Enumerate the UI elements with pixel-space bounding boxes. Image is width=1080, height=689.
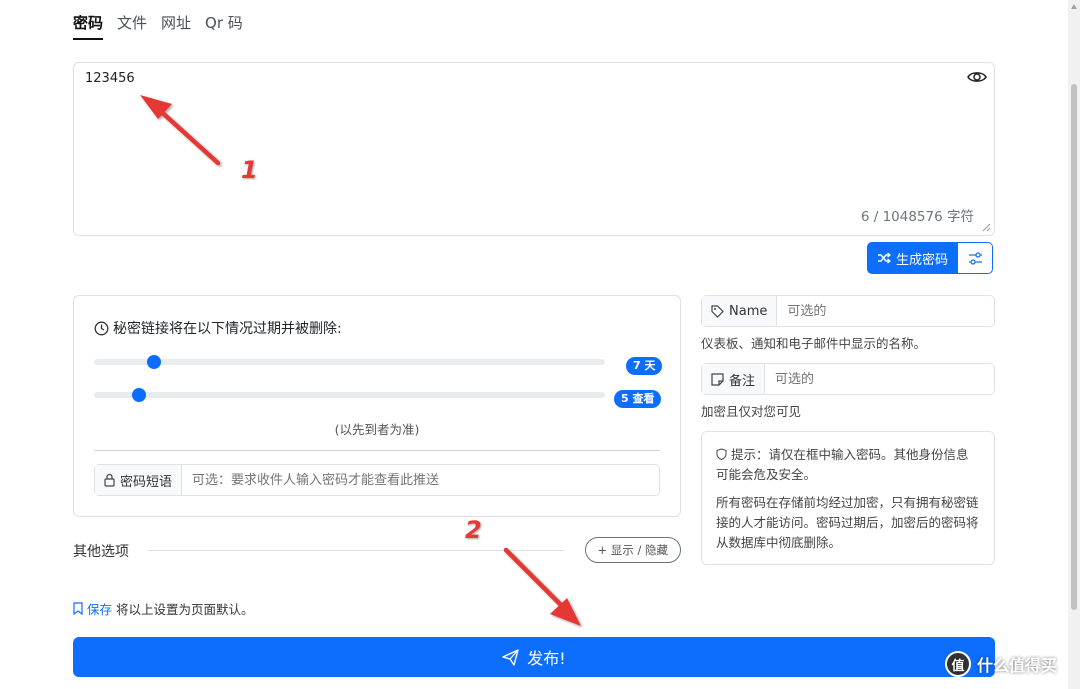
- other-options-label: 其他选项: [73, 544, 129, 560]
- generator-options-button[interactable]: [958, 242, 994, 274]
- expiration-card: 秘密链接将在以下情况过期并被删除: 7 天 5 查看 (以先到者为准) 密码短语: [73, 295, 681, 517]
- name-label-text: Name: [729, 303, 768, 319]
- save-defaults-link[interactable]: 保存: [87, 599, 112, 618]
- name-help: 仪表板、通知和电子邮件中显示的名称。: [701, 336, 927, 351]
- site-watermark: 值 什么值得买: [945, 651, 1057, 677]
- clock-icon: [94, 321, 109, 335]
- expiration-title-text: 秘密链接将在以下情况过期并被删除:: [113, 321, 342, 337]
- note-input[interactable]: [765, 364, 994, 394]
- days-slider-thumb[interactable]: [147, 355, 161, 369]
- name-label: Name: [702, 296, 778, 326]
- divider: [94, 450, 660, 451]
- note-label-text: 备注: [729, 373, 756, 389]
- note-label: 备注: [702, 364, 766, 394]
- show-hide-toggle-button[interactable]: + 显示 / 隐藏: [584, 537, 681, 563]
- name-input[interactable]: [777, 296, 994, 326]
- note-field-group: 备注: [701, 363, 995, 395]
- generate-password-group: 生成密码: [867, 242, 994, 274]
- tab-file[interactable]: 文件: [117, 10, 147, 42]
- shuffle-icon: [878, 252, 891, 264]
- generate-password-button[interactable]: 生成密码: [867, 242, 959, 274]
- tab-bar: 密码 文件 网址 Qr 码: [73, 10, 257, 42]
- tip-text-1: 提示：请仅在框中输入密码。其他身份信息可能会危及安全。: [716, 447, 969, 482]
- sliders-icon: [968, 251, 982, 265]
- secret-value: 123456: [85, 71, 135, 86]
- note-help: 加密且仅对您可见: [701, 404, 802, 419]
- scroll-up-arrow-icon[interactable]: [1071, 4, 1077, 9]
- days-badge: 7 天: [626, 357, 663, 375]
- views-slider-thumb[interactable]: [132, 388, 146, 402]
- days-slider[interactable]: [94, 355, 605, 369]
- bookmark-icon: [73, 602, 83, 615]
- name-field-group: Name: [701, 295, 995, 327]
- other-options-row: 其他选项 + 显示 / 隐藏: [73, 536, 681, 564]
- eye-icon[interactable]: [967, 69, 987, 85]
- sticky-note-icon: [711, 372, 724, 386]
- annotation-label-2: 2: [465, 516, 482, 544]
- scrollbar[interactable]: [1068, 0, 1080, 689]
- passphrase-input[interactable]: [182, 465, 659, 495]
- secret-textarea[interactable]: 123456 6 / 1048576 字符: [73, 62, 995, 236]
- passphrase-group: 密码短语: [94, 464, 660, 496]
- tab-password[interactable]: 密码: [73, 10, 104, 42]
- annotation-label-1: 1: [241, 156, 258, 184]
- resize-grip-icon[interactable]: [982, 223, 991, 232]
- whichever-first-note: (以先到者为准): [334, 422, 420, 437]
- save-defaults-text: 将以上设置为页面默认。: [116, 602, 254, 617]
- scrollbar-thumb[interactable]: [1071, 84, 1077, 610]
- tip-text-2: 所有密码在存储前均经过加密，只有拥有秘密链接的人才能访问。密码过期后，加密后的密…: [716, 495, 979, 550]
- passphrase-label: 密码短语: [95, 465, 183, 495]
- generate-password-label: 生成密码: [896, 252, 949, 268]
- tip-paragraph-1: 提示：请仅在框中输入密码。其他身份信息可能会危及安全。: [716, 445, 980, 485]
- publish-label: 发布!: [527, 649, 566, 668]
- tab-url[interactable]: 网址: [161, 10, 191, 42]
- send-icon: [502, 648, 519, 666]
- character-count: 6 / 1048576 字符: [860, 209, 974, 225]
- other-options-divider: [147, 550, 565, 551]
- watermark-text: 什么值得买: [977, 656, 1058, 675]
- publish-button[interactable]: 发布!: [73, 637, 995, 677]
- passphrase-label-text: 密码短语: [120, 474, 173, 490]
- shield-icon: [716, 448, 727, 461]
- views-slider[interactable]: [94, 388, 605, 402]
- lock-icon: [104, 473, 115, 487]
- tag-icon: [711, 304, 724, 318]
- tab-qr[interactable]: Qr 码: [205, 10, 243, 42]
- watermark-logo: 值: [945, 651, 971, 677]
- expiration-title: 秘密链接将在以下情况过期并被删除:: [94, 318, 342, 338]
- save-defaults-row: 保存 将以上设置为页面默认。: [73, 599, 254, 618]
- security-tip-card: 提示：请仅在框中输入密码。其他身份信息可能会危及安全。 所有密码在存储前均经过加…: [701, 431, 995, 565]
- views-badge: 5 查看: [614, 390, 662, 408]
